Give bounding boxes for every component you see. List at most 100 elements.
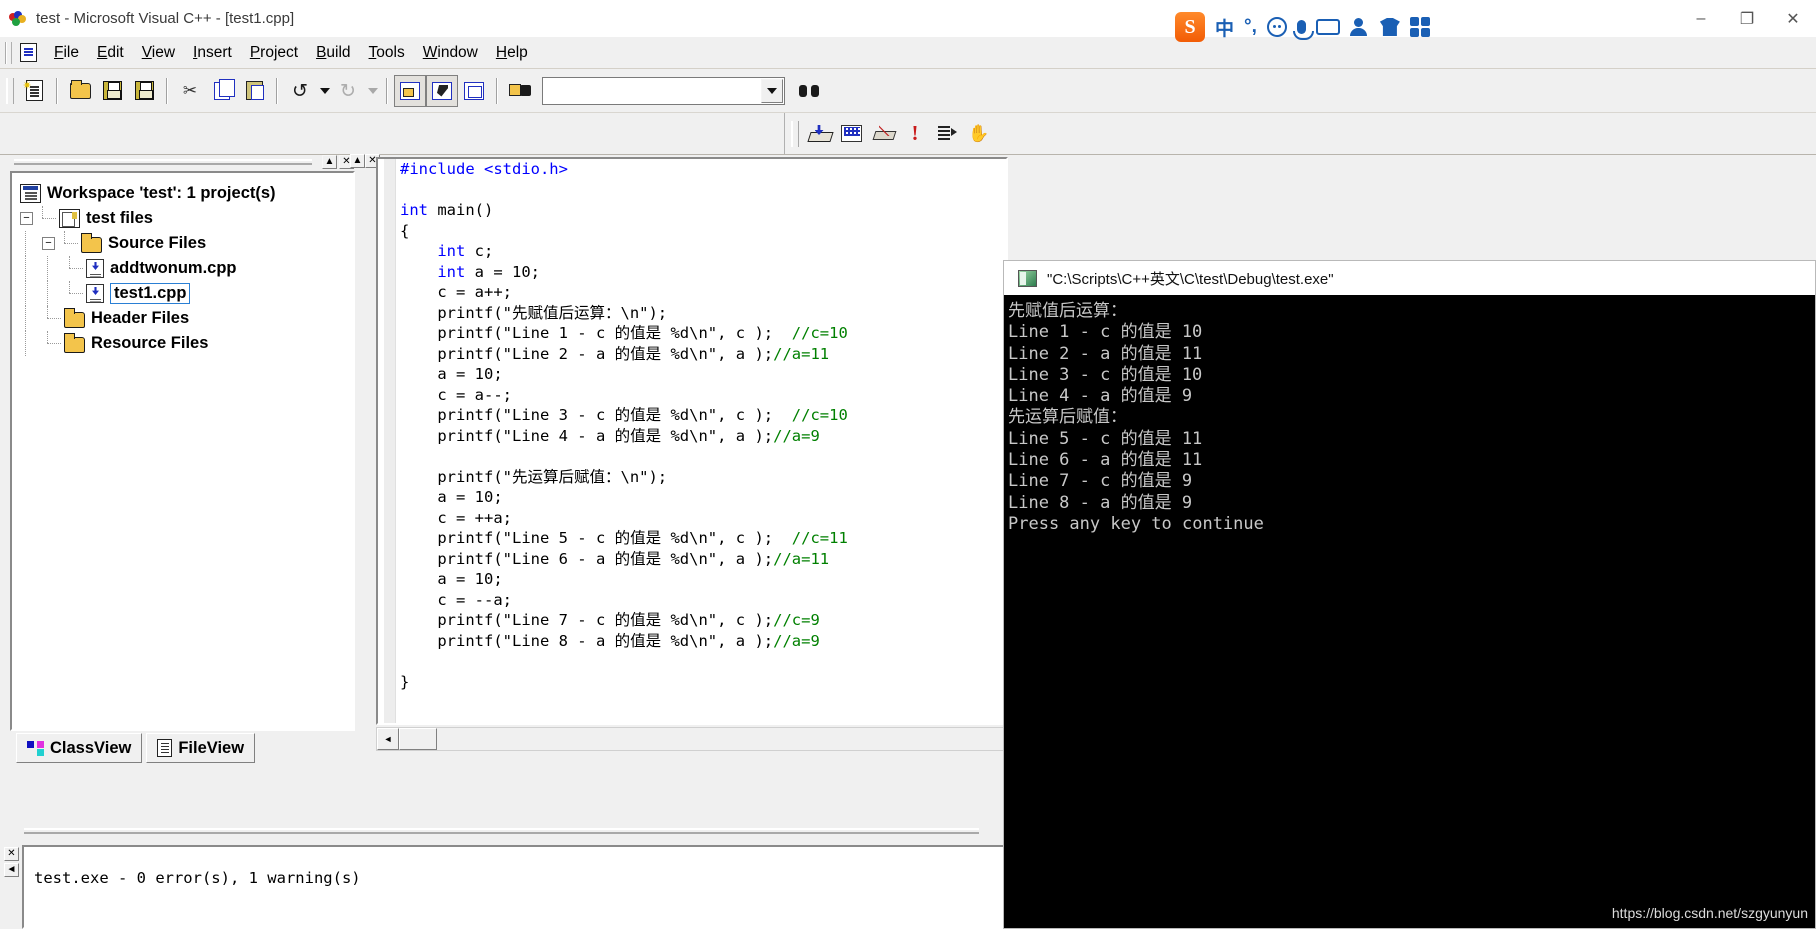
console-title-bar: "C:\Scripts\C++英文\C\test\Debug\test.exe" [1004, 261, 1815, 295]
menu-tools-rest: ools [376, 43, 405, 61]
menu-file[interactable]: File [45, 40, 88, 66]
output-scroll-button[interactable]: ◄ [4, 863, 19, 877]
menu-build[interactable]: Build [307, 40, 359, 66]
tree-item-header-files[interactable]: Header Files [20, 306, 353, 331]
output-text-area[interactable]: test.exe - 0 error(s), 1 warning(s) [22, 845, 1005, 929]
editor-restore-button[interactable]: ▲ [350, 154, 365, 168]
code-text: a = 10; [400, 365, 503, 383]
code-text: a = 10; [400, 570, 503, 588]
ime-language-toggle[interactable]: 中 [1215, 14, 1234, 41]
console-line: Line 2 - a 的值是 11 [1008, 343, 1203, 364]
tree-expander[interactable]: − [20, 212, 33, 225]
tree-item-label: Source Files [108, 234, 207, 252]
console-output: 先赋值后运算： Line 1 - c 的值是 10 Line 2 - a 的值是 1… [1004, 295, 1815, 536]
scroll-left-button[interactable]: ◄ [377, 728, 399, 750]
code-line: printf("Line 8 - a 的值是 %d\n", a );//a=9 [400, 631, 848, 652]
tree-item-workspace[interactable]: Workspace 'test': 1 project(s) [20, 181, 353, 206]
scroll-thumb[interactable] [399, 728, 437, 750]
tree-item-source-files[interactable]: − Source Files [20, 231, 353, 256]
tab-fileview[interactable]: FileView [146, 733, 256, 763]
toolbar-separator [166, 77, 168, 104]
chevron-down-icon[interactable] [761, 78, 783, 103]
code-text: a = 10; [465, 262, 540, 281]
menu-project[interactable]: Project [241, 40, 307, 66]
keyboard-icon[interactable] [1315, 19, 1340, 35]
tab-classview[interactable]: ClassView [16, 733, 143, 763]
minimize-button[interactable]: – [1678, 0, 1724, 37]
paste-icon[interactable] [238, 75, 270, 107]
code-text-area[interactable]: #include <stdio.h> int main(){ int c; in… [376, 157, 1008, 725]
open-folder-icon[interactable] [64, 75, 96, 107]
editor-horizontal-scrollbar[interactable]: ◄ [376, 727, 1008, 751]
insert-breakpoint-icon[interactable]: ✋ [963, 118, 995, 150]
console-line: Line 1 - c 的值是 10 [1008, 322, 1203, 343]
emoji-icon[interactable] [1266, 17, 1287, 37]
workspace-tree[interactable]: Workspace 'test': 1 project(s) − test fi… [10, 171, 355, 731]
redo-dropdown-icon[interactable] [364, 75, 380, 107]
menubar-grip[interactable] [5, 41, 12, 64]
console-line: Line 7 - c 的值是 9 [1008, 471, 1193, 492]
skin-icon[interactable] [1379, 18, 1400, 36]
redo-icon[interactable]: ↻ [332, 75, 364, 107]
workspace-icon [20, 184, 41, 203]
account-icon[interactable] [1349, 18, 1370, 36]
code-line: int a = 10; [400, 262, 848, 283]
undo-dropdown-icon[interactable] [316, 75, 332, 107]
menu-insert[interactable]: Insert [184, 40, 241, 66]
vcpp-application-window: test - Microsoft Visual C++ - [test1.cpp… [0, 0, 1816, 929]
tree-connector [20, 231, 42, 256]
menu-help[interactable]: Help [487, 40, 537, 66]
code-comment: //c=10 [791, 324, 848, 342]
tree-expander[interactable]: − [42, 237, 55, 250]
close-button[interactable]: ✕ [1770, 0, 1816, 37]
tree-connector [42, 281, 64, 306]
menu-view[interactable]: View [133, 40, 184, 66]
save-icon[interactable] [96, 75, 128, 107]
console-window[interactable]: "C:\Scripts\C++英文\C\test\Debug\test.exe"… [1003, 260, 1816, 929]
compile-icon[interactable] [803, 118, 835, 150]
tree-connector [64, 281, 86, 306]
code-comment: //a=9 [773, 426, 820, 445]
editor-gutter[interactable] [378, 159, 396, 723]
menu-window[interactable]: Window [414, 40, 487, 66]
resource-window-icon[interactable] [458, 75, 490, 107]
microphone-icon[interactable] [1292, 20, 1314, 40]
go-debug-icon[interactable] [931, 118, 963, 150]
save-all-icon[interactable] [128, 75, 160, 107]
code-text: { [400, 221, 410, 240]
code-text: main() [428, 201, 494, 219]
workspace-drag-handle[interactable] [14, 159, 312, 165]
menu-help-rest: elp [507, 43, 528, 61]
tree-item-test-files[interactable]: − test files [20, 206, 353, 231]
toolbox-icon[interactable] [1409, 17, 1430, 37]
maximize-button[interactable]: ❐ [1724, 0, 1770, 37]
standard-toolbar-grip[interactable] [6, 77, 14, 104]
output-splitter[interactable] [0, 820, 1005, 845]
find-in-files-icon[interactable] [504, 75, 536, 107]
tree-item-addtwonum[interactable]: addtwonum.cpp [20, 256, 353, 281]
tree-item-test1[interactable]: test1.cpp [20, 281, 353, 306]
new-document-icon[interactable]: ✷ [18, 75, 50, 107]
workspace-window-icon[interactable] [394, 74, 426, 107]
output-window-icon[interactable] [426, 74, 458, 107]
menu-tools[interactable]: Tools [360, 40, 414, 66]
code-comment: //c=9 [773, 611, 820, 629]
find-next-icon[interactable] [793, 75, 825, 107]
undo-icon[interactable]: ↺ [284, 75, 316, 107]
cut-scissors-icon[interactable]: ✂ [174, 75, 206, 107]
output-close-button[interactable]: ✕ [4, 847, 19, 861]
console-window-icon [1018, 269, 1037, 287]
tree-item-resource-files[interactable]: Resource Files [20, 331, 353, 356]
ime-punctuation-toggle[interactable]: °, [1244, 16, 1257, 38]
tree-connector [42, 256, 64, 281]
find-combo[interactable] [542, 76, 785, 105]
sogou-ime-logo-icon[interactable] [1175, 12, 1205, 42]
build-toolbar-grip[interactable] [791, 120, 799, 147]
build-icon[interactable] [835, 118, 867, 150]
menu-edit[interactable]: Edit [88, 40, 133, 66]
copy-icon[interactable] [206, 75, 238, 107]
title-bar: test - Microsoft Visual C++ - [test1.cpp… [0, 0, 1816, 37]
workspace-restore-button[interactable]: ▲ [322, 155, 337, 169]
execute-program-icon[interactable]: ! [899, 118, 931, 150]
stop-build-icon[interactable] [867, 118, 899, 150]
